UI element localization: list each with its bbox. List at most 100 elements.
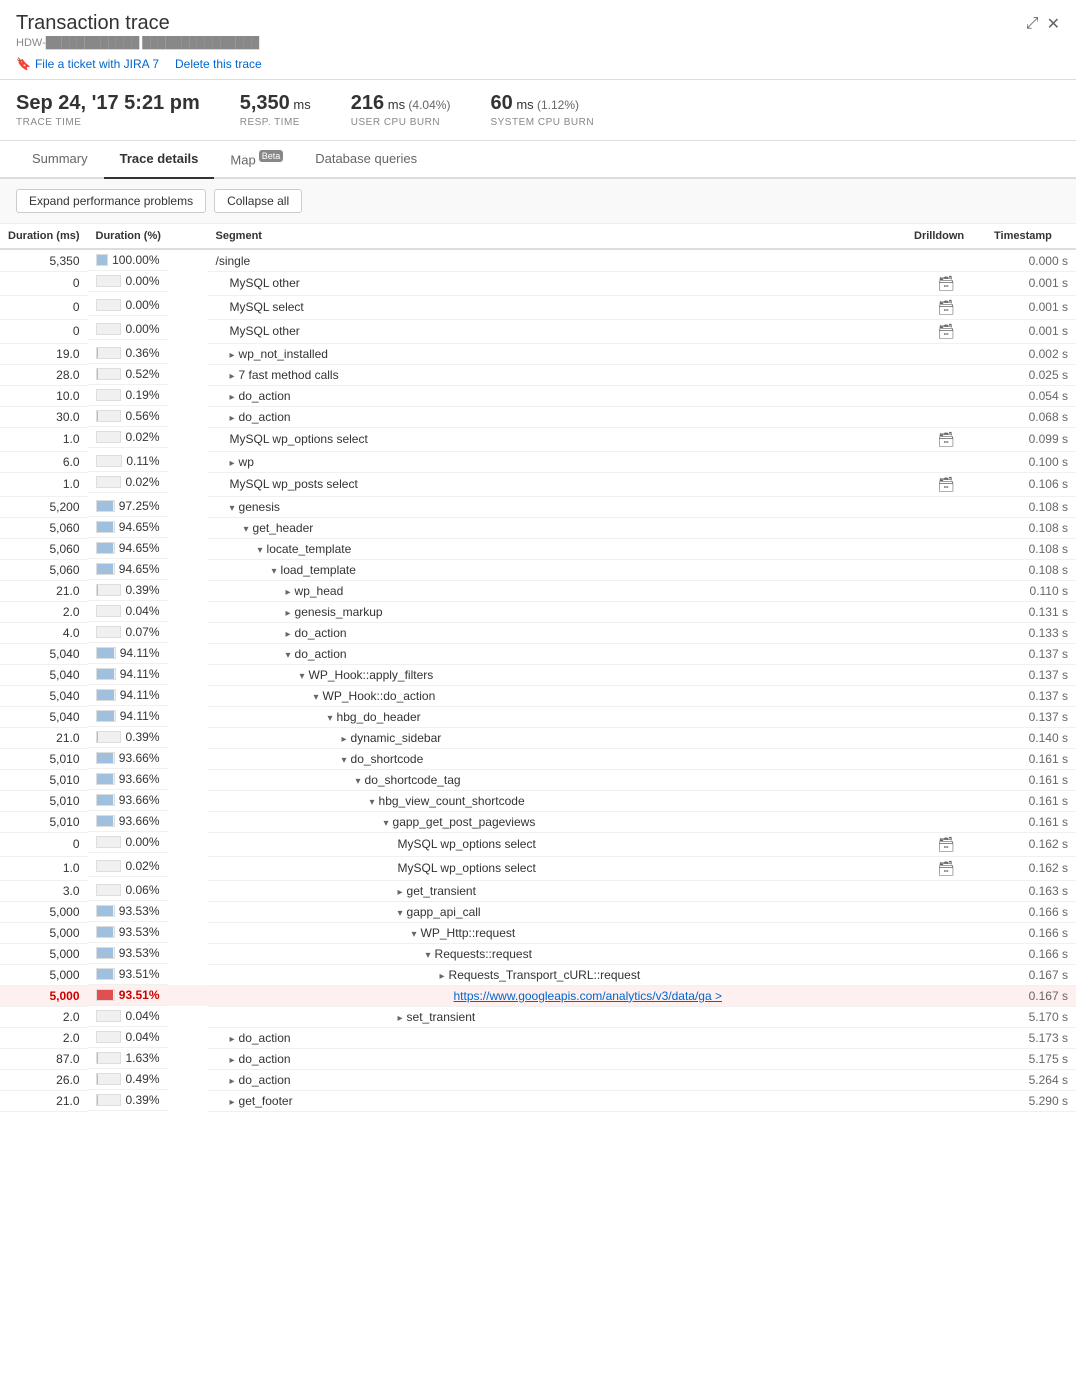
duration-bar-fill (97, 690, 114, 700)
segment-label: MySQL wp_options select (398, 837, 536, 851)
duration-bar-fill (97, 564, 113, 574)
expand-arrow-icon[interactable]: ▾ (412, 929, 417, 940)
cell-duration-ms: 28.0 (0, 364, 88, 385)
drilldown-icon[interactable]: 🗃 (937, 323, 955, 339)
expand-arrow-icon[interactable]: ▾ (398, 908, 403, 919)
metric-user-cpu: 216 ms (4.04%) USER CPU BURN (351, 92, 451, 128)
table-row: 2.00.04%▸genesis_markup0.131 s (0, 601, 1076, 622)
expand-arrow-icon[interactable]: ▾ (272, 566, 277, 577)
metrics-bar: Sep 24, '17 5:21 pm TRACE TIME 5,350 ms … (0, 80, 1076, 141)
drilldown-icon[interactable]: 🗃 (937, 275, 955, 291)
expand-arrow-icon[interactable]: ▾ (342, 755, 347, 766)
cell-drilldown (906, 406, 986, 427)
drilldown-icon[interactable]: 🗃 (937, 860, 955, 876)
cell-timestamp: 0.137 s (986, 685, 1076, 706)
expand-arrow-icon[interactable]: ▾ (370, 797, 375, 808)
cell-drilldown (906, 1027, 986, 1048)
expand-arrow-icon[interactable]: ▾ (426, 950, 431, 961)
table-row: 5,06094.65%▾get_header0.108 s (0, 517, 1076, 538)
tab-summary[interactable]: Summary (16, 141, 104, 179)
table-row: 1.00.02%MySQL wp_options select🗃0.099 s (0, 427, 1076, 451)
cell-duration-pct: 0.02% (88, 472, 168, 493)
cell-duration-pct: 0.36% (88, 343, 168, 364)
expand-problems-button[interactable]: Expand performance problems (16, 189, 206, 213)
segment-label: MySQL wp_options select (230, 432, 368, 446)
cell-duration-pct: 94.11% (88, 685, 168, 706)
expand-arrow-icon[interactable]: ▸ (230, 1034, 235, 1045)
cell-timestamp: 0.167 s (986, 964, 1076, 985)
expand-arrow-icon[interactable]: ▾ (244, 524, 249, 535)
drilldown-icon[interactable]: 🗃 (937, 299, 955, 315)
expand-arrow-icon[interactable]: ▸ (230, 413, 235, 424)
expand-arrow-icon[interactable]: ▾ (314, 692, 319, 703)
cell-timestamp: 0.166 s (986, 901, 1076, 922)
cell-duration-pct: 94.65% (88, 559, 168, 580)
user-cpu-value: 216 ms (4.04%) (351, 92, 451, 115)
table-row: 6.00.11%▸wp0.100 s (0, 451, 1076, 472)
expand-arrow-icon[interactable]: ▾ (384, 818, 389, 829)
drilldown-icon[interactable]: 🗃 (937, 476, 955, 492)
cell-drilldown (906, 622, 986, 643)
title-icon-group: ⤢ ✕ (1026, 14, 1060, 34)
expand-arrow-icon[interactable]: ▸ (230, 392, 235, 403)
tab-db-queries[interactable]: Database queries (299, 141, 433, 179)
cell-duration-pct: 100.00% (88, 250, 168, 271)
segment-label: WP_Hook::do_action (323, 689, 436, 703)
expand-arrow-icon[interactable]: ▸ (440, 971, 445, 982)
expand-arrow-icon[interactable]: ▾ (230, 503, 235, 514)
expand-arrow-icon[interactable]: ▸ (286, 629, 291, 640)
cell-drilldown (906, 385, 986, 406)
expand-arrow-icon[interactable]: ▸ (398, 1013, 403, 1024)
cell-drilldown (906, 343, 986, 364)
segment-label[interactable]: https://www.googleapis.com/analytics/v3/… (454, 989, 722, 1003)
col-header-timestamp: Timestamp (986, 224, 1076, 249)
page-header: Transaction trace ⤢ ✕ HDW-████████████ █… (0, 0, 1076, 80)
duration-pct-text: 93.53% (119, 946, 160, 960)
cell-timestamp: 0.054 s (986, 385, 1076, 406)
collapse-all-button[interactable]: Collapse all (214, 189, 302, 213)
expand-arrow-icon[interactable]: ▸ (230, 458, 235, 469)
expand-arrow-icon[interactable]: ▾ (300, 671, 305, 682)
drilldown-icon[interactable]: 🗃 (937, 431, 955, 447)
duration-bar (96, 410, 122, 422)
cell-duration-ms: 5,000 (0, 985, 88, 1006)
expand-arrow-icon[interactable]: ▾ (258, 545, 263, 556)
cell-duration-ms: 5,200 (0, 496, 88, 517)
cell-drilldown (906, 580, 986, 601)
cell-duration-ms: 5,000 (0, 964, 88, 985)
expand-arrow-icon[interactable]: ▸ (230, 1076, 235, 1087)
duration-pct-text: 0.04% (125, 1030, 159, 1044)
cell-duration-ms: 5,350 (0, 249, 88, 271)
expand-arrow-icon[interactable]: ▾ (356, 776, 361, 787)
expand-arrow-icon[interactable]: ▾ (328, 713, 333, 724)
expand-arrow-icon[interactable]: ▸ (286, 587, 291, 598)
drilldown-icon[interactable]: 🗃 (937, 836, 955, 852)
jira-link[interactable]: 🔖 File a ticket with JIRA 7 (16, 57, 159, 71)
close-icon[interactable]: ✕ (1047, 14, 1060, 34)
segment-label: WP_Hook::apply_filters (309, 668, 434, 682)
expand-arrow-icon[interactable]: ▸ (398, 887, 403, 898)
expand-arrow-icon[interactable]: ▸ (286, 608, 291, 619)
duration-bar-fill (97, 255, 108, 265)
cell-timestamp: 0.167 s (986, 985, 1076, 1006)
cell-timestamp: 5.290 s (986, 1090, 1076, 1111)
tab-map[interactable]: MapBeta (214, 141, 299, 179)
table-row: 5,00093.51%https://www.googleapis.com/an… (0, 985, 1076, 1006)
delete-link[interactable]: Delete this trace (175, 57, 262, 71)
segment-label: MySQL other (230, 324, 300, 338)
cell-duration-pct: 0.56% (88, 406, 168, 427)
expand-arrow-icon[interactable]: ▸ (230, 1097, 235, 1108)
cell-drilldown: 🗃 (906, 319, 986, 343)
expand-icon[interactable]: ⤢ (1026, 15, 1039, 33)
expand-arrow-icon[interactable]: ▸ (230, 350, 235, 361)
segment-label: hbg_do_header (337, 710, 421, 724)
duration-pct-text: 0.19% (125, 388, 159, 402)
expand-arrow-icon[interactable]: ▾ (286, 650, 291, 661)
expand-arrow-icon[interactable]: ▸ (342, 734, 347, 745)
duration-pct-text: 0.49% (125, 1072, 159, 1086)
expand-arrow-icon[interactable]: ▸ (230, 1055, 235, 1066)
tab-trace-details[interactable]: Trace details (104, 141, 215, 179)
segment-label: 7 fast method calls (239, 368, 339, 382)
duration-bar (96, 752, 115, 764)
expand-arrow-icon[interactable]: ▸ (230, 371, 235, 382)
